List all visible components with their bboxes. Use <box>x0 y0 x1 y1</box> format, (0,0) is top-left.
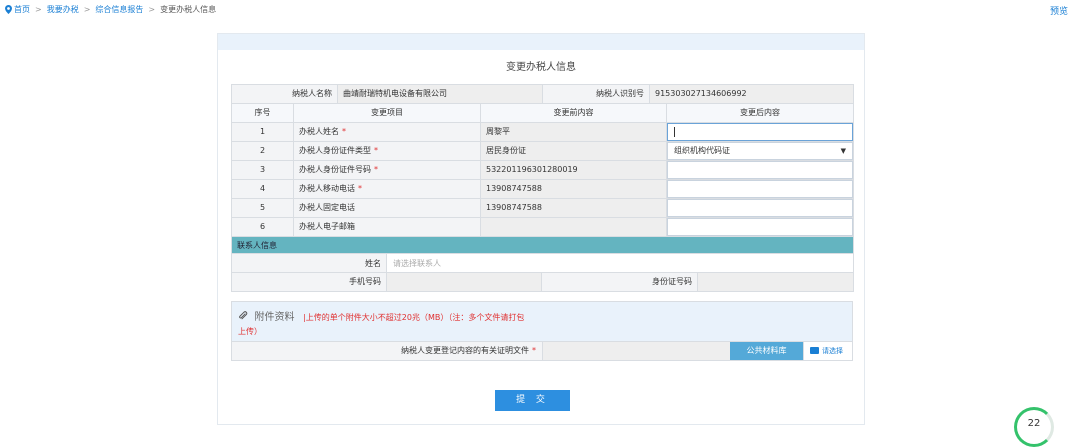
row-before: 532201196301280019 <box>480 159 667 180</box>
row-after <box>666 216 854 237</box>
col-before: 变更前内容 <box>480 103 667 123</box>
progress-badge: 22 <box>1014 407 1054 447</box>
table-row: 3 办税人身份证件号码 * 532201196301280019 <box>231 159 854 180</box>
contact-phone-value <box>386 272 542 292</box>
choose-file-button[interactable]: 请选择 <box>803 342 852 360</box>
row-seq: 6 <box>231 216 294 237</box>
caret-down-icon: ▼ <box>840 146 846 155</box>
location-pin-icon <box>5 5 12 14</box>
file-row: 纳税人变更登记内容的有关证明文件 * 公共材料库 请选择 <box>231 341 853 361</box>
row-after <box>666 121 854 142</box>
contact-section-title: 联系人信息 <box>231 235 854 255</box>
change-items-table: 序号 变更项目 变更前内容 变更后内容 1 办税人姓名 * 周黎平 2 办税人身份… <box>231 103 854 255</box>
file-value <box>542 342 730 360</box>
row-before: 13908747588 <box>480 178 667 199</box>
breadcrumb-current: 变更办税人信息 <box>160 5 217 14</box>
form-title: 变更办税人信息 <box>506 62 576 73</box>
row-item: 办税人身份证件类型 * <box>293 140 481 161</box>
required-mark: * <box>374 146 378 155</box>
id-type-select[interactable]: 组织机构代码证 ▼ <box>667 142 853 159</box>
contact-table: 姓名 请选择联系人 手机号码 身份证号码 <box>231 253 855 292</box>
row-before: 居民身份证 <box>480 140 667 161</box>
required-mark: * <box>532 346 536 355</box>
required-mark: * <box>342 127 346 136</box>
taxpayer-name-value: 曲靖耐瑞特机电设备有限公司 <box>337 84 543 104</box>
table-row: 1 办税人姓名 * 周黎平 <box>231 121 854 142</box>
email-input[interactable] <box>667 218 853 235</box>
taxpayer-info-table: 纳税人名称 曲靖耐瑞特机电设备有限公司 纳税人识别号 9153030271346… <box>231 84 854 104</box>
text-caret <box>674 126 675 137</box>
mobile-input[interactable] <box>667 180 853 197</box>
taxpayer-id-value: 915303027134606992 <box>649 84 854 104</box>
taxpayer-name-label: 纳税人名称 <box>231 84 338 104</box>
row-item: 办税人电子邮箱 <box>293 216 481 237</box>
row-seq: 1 <box>231 121 294 142</box>
contact-name-input[interactable]: 请选择联系人 <box>387 254 853 272</box>
attachment-section: 附件资料 |上传的单个附件大小不超过20兆（MB）（注：多个文件请打包 上传） <box>231 301 853 341</box>
taxpayer-id-label: 纳税人识别号 <box>542 84 650 104</box>
required-mark: * <box>358 184 362 193</box>
table-row: 4 办税人移动电话 * 13908747588 <box>231 178 854 199</box>
new-taxpayer-name-input[interactable] <box>667 123 853 140</box>
col-seq: 序号 <box>231 103 294 123</box>
row-after <box>666 178 854 199</box>
row-item: 办税人固定电话 <box>293 197 481 218</box>
row-after <box>666 159 854 180</box>
col-item: 变更项目 <box>293 103 481 123</box>
breadcrumb-separator: > <box>83 5 91 14</box>
row-item: 办税人姓名 * <box>293 121 481 142</box>
public-library-button[interactable]: 公共材料库 <box>730 342 803 360</box>
breadcrumb-separator: > <box>35 5 42 14</box>
row-item: 办税人身份证件号码 * <box>293 159 481 180</box>
row-before: 13908747588 <box>480 197 667 218</box>
attachment-note-2: 上传） <box>238 327 262 336</box>
top-bar: 首页 > 我要办税 > 综合信息报告 > 变更办税人信息 预览 <box>0 0 1080 18</box>
row-seq: 5 <box>231 197 294 218</box>
breadcrumb: 首页 > 我要办税 > 综合信息报告 > 变更办税人信息 <box>5 4 216 15</box>
contact-name-label: 姓名 <box>231 253 387 273</box>
required-mark: * <box>374 165 378 174</box>
paperclip-icon <box>239 311 248 320</box>
attachment-note: |上传的单个附件大小不超过20兆（MB）（注：多个文件请打包 <box>303 313 525 322</box>
col-after: 变更后内容 <box>666 103 854 123</box>
table-row: 5 办税人固定电话 13908747588 <box>231 197 854 218</box>
landline-input[interactable] <box>667 199 853 216</box>
folder-icon <box>810 347 819 354</box>
breadcrumb-report[interactable]: 综合信息报告 <box>95 4 143 15</box>
breadcrumb-tax[interactable]: 我要办税 <box>47 4 79 15</box>
preview-link[interactable]: 预览 <box>1050 4 1068 17</box>
row-seq: 3 <box>231 159 294 180</box>
row-seq: 2 <box>231 140 294 161</box>
contact-name-cell: 请选择联系人 <box>385 253 855 273</box>
panel-header <box>218 34 864 50</box>
form-panel: 变更办税人信息 纳税人名称 曲靖耐瑞特机电设备有限公司 纳税人识别号 91530… <box>217 33 865 425</box>
contact-id-label: 身份证号码 <box>541 272 698 292</box>
row-before: 周黎平 <box>480 121 667 142</box>
row-before <box>480 216 667 237</box>
table-row: 2 办税人身份证件类型 * 居民身份证 组织机构代码证 ▼ <box>231 140 854 161</box>
row-seq: 4 <box>231 178 294 199</box>
breadcrumb-home[interactable]: 首页 <box>14 4 30 15</box>
row-after: 组织机构代码证 ▼ <box>666 140 854 161</box>
row-after <box>666 197 854 218</box>
id-number-input[interactable] <box>667 161 853 178</box>
breadcrumb-separator: > <box>148 5 156 14</box>
submit-button[interactable]: 提 交 <box>495 390 570 411</box>
attachment-title: 附件资料 <box>254 312 295 323</box>
row-item: 办税人移动电话 * <box>293 178 481 199</box>
contact-phone-label: 手机号码 <box>231 272 387 292</box>
file-label: 纳税人变更登记内容的有关证明文件 * <box>232 342 542 360</box>
table-row: 6 办税人电子邮箱 <box>231 216 854 237</box>
contact-id-value <box>696 272 855 292</box>
